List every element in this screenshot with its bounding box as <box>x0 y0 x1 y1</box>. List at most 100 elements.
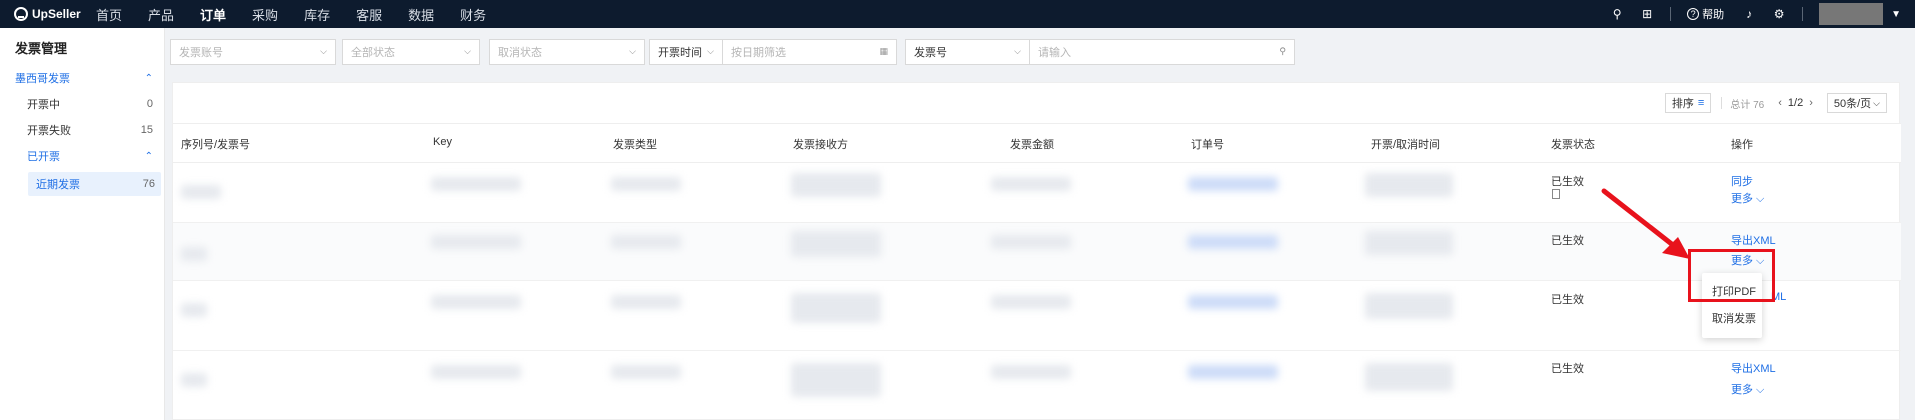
search-field-select[interactable]: 发票号 ⌵ <box>905 39 1030 65</box>
pagination: 排序 ≡ 总计 76 ‹ 1/2 › 50条/页 ⌵ <box>1664 93 1887 113</box>
sidebar-item-failed[interactable]: 开票失败 15 <box>0 118 165 142</box>
bell-icon[interactable]: ♪ <box>1742 7 1756 21</box>
document-icon[interactable] <box>1552 189 1560 199</box>
col-invoice-type: 发票类型 <box>613 139 657 151</box>
sidebar-item-count: 15 <box>140 124 153 136</box>
search-icon[interactable]: ⚲ <box>1279 46 1286 57</box>
search-field-value: 发票号 <box>914 47 947 59</box>
status-text: 已生效 <box>1551 176 1584 188</box>
chevron-down-icon: ⌵ <box>707 46 714 56</box>
prev-page-icon[interactable]: ‹ <box>1778 97 1782 109</box>
chevron-down-icon: ⌵ <box>464 46 471 56</box>
table-row: 已生效 ML <box>173 281 1901 351</box>
sidebar-title: 发票管理 <box>15 41 68 56</box>
nav-purchase[interactable]: 采购 <box>252 5 278 24</box>
key-icon[interactable]: ⚲ <box>1610 7 1624 21</box>
redacted-serial <box>181 247 207 261</box>
more-link[interactable]: 更多 ⌵ <box>1731 190 1764 206</box>
sidebar-group-mexico-invoice[interactable]: 墨西哥发票 ⌃ <box>0 66 165 90</box>
redacted-receiver <box>791 293 881 323</box>
redacted-time <box>1365 293 1453 319</box>
redacted-key <box>431 295 521 309</box>
col-status: 发票状态 <box>1551 139 1595 151</box>
nav-inventory[interactable]: 库存 <box>304 5 330 24</box>
page-size-value: 50条/页 <box>1833 98 1872 110</box>
sidebar-item-issuing[interactable]: 开票中 0 <box>0 92 165 116</box>
sidebar-group-label: 已开票 <box>27 151 60 163</box>
export-xml-link[interactable]: 导出XML <box>1731 360 1776 376</box>
nav-orders[interactable]: 订单 <box>200 5 226 24</box>
more-link[interactable]: 更多 ⌵ <box>1731 381 1764 397</box>
apps-grid-icon[interactable]: ⊞ <box>1640 7 1654 21</box>
col-actions: 操作 <box>1731 139 1753 151</box>
redacted-amount <box>991 365 1071 379</box>
sidebar-item-count: 76 <box>142 178 155 190</box>
nav-finance[interactable]: 财务 <box>460 5 486 24</box>
status-text: 已生效 <box>1551 294 1584 306</box>
search-input[interactable]: 请输入 ⚲ <box>1029 39 1295 65</box>
sort-label: 排序 <box>1671 98 1694 110</box>
redacted-serial <box>181 303 207 317</box>
status-text: 已生效 <box>1551 235 1584 247</box>
status-text: 已生效 <box>1551 363 1584 375</box>
status-select[interactable]: 全部状态 ⌵ <box>342 39 480 65</box>
nav-customer-service[interactable]: 客服 <box>356 5 382 24</box>
redacted-time <box>1365 231 1453 255</box>
chevron-down-icon: ⌵ <box>1014 46 1021 56</box>
nav-data[interactable]: 数据 <box>408 5 434 24</box>
redacted-order-no[interactable] <box>1188 295 1278 309</box>
help-label: 帮助 <box>1702 9 1725 21</box>
gear-icon[interactable]: ⚙ <box>1772 7 1786 21</box>
sync-link[interactable]: 同步 <box>1731 173 1753 189</box>
redacted-type <box>611 177 681 191</box>
redacted-time <box>1365 173 1453 197</box>
sidebar-group-issued[interactable]: 已开票 ⌃ <box>0 144 165 168</box>
table-row: 已生效 导出XML 更多 ⌵ <box>173 351 1901 420</box>
redacted-order-no[interactable] <box>1188 365 1278 379</box>
time-type-select[interactable]: 开票时间 ⌵ <box>649 39 723 65</box>
redacted-key <box>431 177 521 191</box>
cancel-invoice-option[interactable]: 取消发票 <box>1712 310 1756 326</box>
sidebar-item-recent-invoices[interactable]: 近期发票 76 <box>28 172 161 196</box>
redacted-type <box>611 365 681 379</box>
user-avatar[interactable] <box>1819 3 1884 25</box>
date-filter-placeholder: 按日期筛选 <box>731 47 786 59</box>
help-icon: ? <box>1687 8 1700 20</box>
upseller-logo[interactable]: UpSeller <box>14 7 96 21</box>
col-amount: 发票金额 <box>1010 139 1054 151</box>
cancel-status-select[interactable]: 取消状态 ⌵ <box>489 39 645 65</box>
redacted-time <box>1365 363 1453 391</box>
time-type-value: 开票时间 <box>658 47 702 59</box>
next-page-icon[interactable]: › <box>1809 97 1813 109</box>
sidebar-item-count: 0 <box>146 98 153 110</box>
top-right-tools: ⚲ ⊞ ? 帮助 ♪ ⚙ ▼ <box>1610 0 1915 28</box>
redacted-amount <box>991 295 1071 309</box>
chevron-down-icon: ⌵ <box>629 46 636 56</box>
sidebar-group-label: 墨西哥发票 <box>15 73 70 85</box>
invoice-account-select[interactable]: 发票账号 ⌵ <box>170 39 336 65</box>
total-count: 总计 76 <box>1730 99 1765 111</box>
chevron-down-icon[interactable]: ▼ <box>1891 9 1901 20</box>
help-button[interactable]: ? 帮助 <box>1687 6 1724 22</box>
brand-name: UpSeller <box>32 7 81 21</box>
redacted-key <box>431 365 521 379</box>
invoice-account-placeholder: 发票账号 <box>179 47 223 59</box>
sidebar-item-label: 开票中 <box>27 99 60 111</box>
filter-bar: 发票账号 ⌵ 全部状态 ⌵ 取消状态 ⌵ 开票时间 ⌵ 按日期筛选 ▦ 发票号 … <box>170 39 1910 65</box>
redacted-type <box>611 235 681 249</box>
col-time: 开票/取消时间 <box>1371 139 1441 151</box>
col-key: Key <box>433 136 452 148</box>
redacted-receiver <box>791 231 881 257</box>
export-xml-link[interactable]: 导出XML <box>1731 232 1776 248</box>
col-order-no: 订单号 <box>1191 139 1224 151</box>
redacted-order-no[interactable] <box>1188 177 1278 191</box>
redacted-serial <box>181 373 207 387</box>
page-size-select[interactable]: 50条/页 ⌵ <box>1826 93 1887 113</box>
more-label: 更多 <box>1731 193 1753 205</box>
highlight-box <box>1688 249 1775 302</box>
nav-home[interactable]: 首页 <box>96 5 122 24</box>
sort-button[interactable]: 排序 ≡ <box>1664 93 1712 113</box>
date-filter-input[interactable]: 按日期筛选 ▦ <box>722 39 897 65</box>
redacted-order-no[interactable] <box>1188 235 1278 249</box>
nav-products[interactable]: 产品 <box>148 5 174 24</box>
